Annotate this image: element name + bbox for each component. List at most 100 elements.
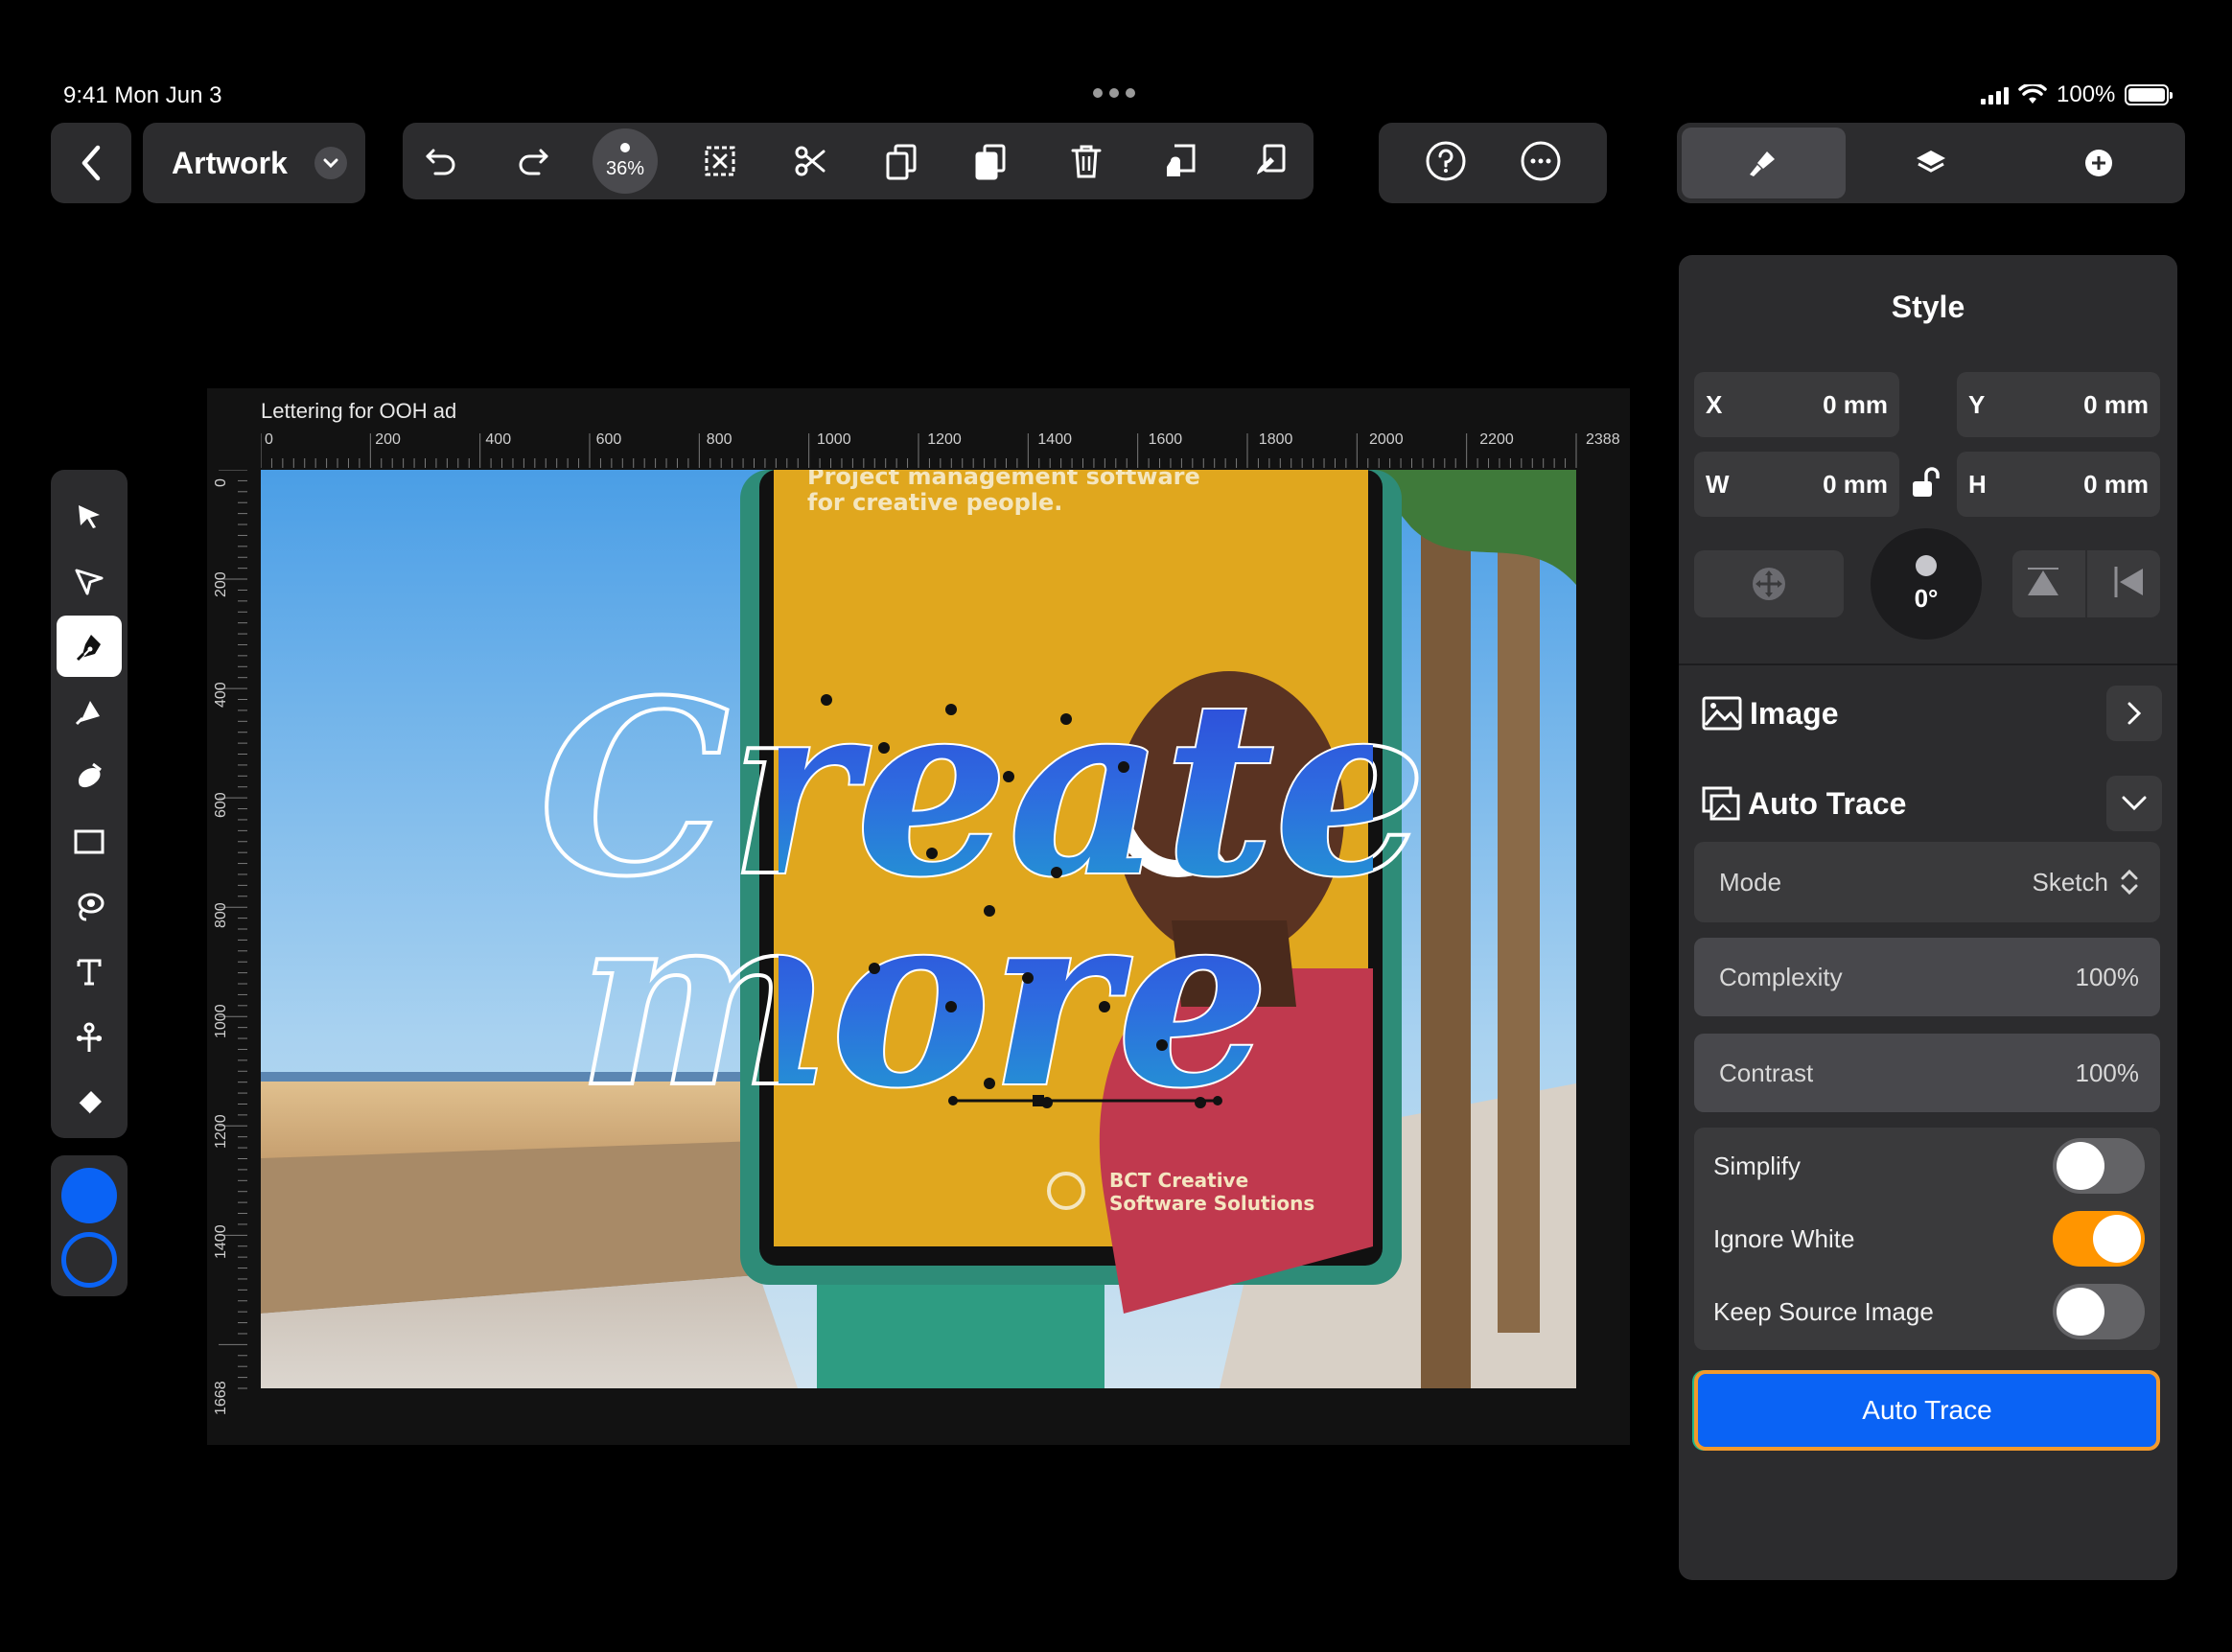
x-field[interactable]: X 0 mm — [1694, 372, 1899, 437]
ruler-left-label: 1668 — [213, 1381, 229, 1415]
zoom-button[interactable]: 36% — [593, 128, 658, 194]
help-button[interactable] — [1425, 140, 1467, 187]
multitasking-dots[interactable] — [1093, 88, 1135, 100]
simplify-toggle[interactable] — [2053, 1138, 2145, 1194]
layers-icon — [1917, 151, 1945, 173]
tool-palette — [51, 470, 128, 1138]
ruler-top-label: 1400 — [1037, 431, 1072, 448]
paste-style-button[interactable] — [1239, 123, 1302, 199]
plus-circle-icon — [2084, 150, 2112, 176]
stroke-color-swatch[interactable] — [61, 1232, 117, 1288]
ignore-white-row: Ignore White — [1713, 1208, 2145, 1269]
status-indicators: 100% — [1981, 81, 2174, 109]
complexity-value: 100% — [2075, 962, 2140, 991]
ruler-top-label: 0 — [265, 431, 273, 448]
origin-button[interactable] — [1694, 550, 1844, 617]
wifi-icon — [2018, 84, 2047, 104]
ruler-left-label: 200 — [213, 571, 229, 597]
ruler-top-label: 400 — [485, 431, 512, 448]
ruler-left-label: 1400 — [213, 1224, 229, 1259]
flip-vertical-button[interactable] — [2024, 563, 2062, 606]
flip-horizontal-button[interactable] — [2110, 563, 2149, 606]
eraser-icon — [78, 1091, 102, 1115]
ignore-white-toggle[interactable] — [2053, 1211, 2145, 1267]
rotation-dial[interactable]: 0° — [1871, 528, 1982, 640]
paste-button[interactable] — [959, 123, 1022, 199]
delete-button[interactable] — [1055, 123, 1118, 199]
ruler-top-label: 1200 — [927, 431, 962, 448]
image-expand-button[interactable] — [2106, 686, 2162, 741]
tab-add[interactable] — [2016, 128, 2180, 198]
contrast-value: 100% — [2075, 1058, 2140, 1087]
pen-tool[interactable] — [57, 616, 122, 677]
image-section-header[interactable]: Image — [1702, 685, 2162, 742]
arrow-select-icon — [79, 505, 100, 528]
edit-toolbar: 36% — [403, 123, 1314, 199]
x-label: X — [1706, 389, 1723, 419]
node-tool[interactable] — [57, 550, 122, 612]
zoom-indicator-dot — [620, 142, 630, 152]
auto-trace-section-header[interactable]: Auto Trace — [1702, 775, 2162, 832]
redo-icon — [519, 149, 548, 175]
selection-tool[interactable] — [57, 485, 122, 547]
rotation-value: 0° — [1914, 583, 1939, 613]
rotation-knob[interactable] — [1916, 554, 1937, 576]
ruler-left-label: 800 — [213, 902, 229, 928]
more-button[interactable] — [1520, 140, 1562, 187]
scissor-path-tool[interactable] — [57, 1007, 122, 1068]
tab-style[interactable] — [1682, 128, 1846, 198]
auto-trace-button[interactable]: Auto Trace — [1694, 1370, 2160, 1451]
redo-button[interactable] — [500, 123, 564, 199]
brush-blob-icon — [78, 762, 102, 788]
complexity-label: Complexity — [1719, 962, 1843, 991]
complexity-slider[interactable]: Complexity 100% — [1694, 938, 2160, 1016]
y-field[interactable]: Y 0 mm — [1957, 372, 2160, 437]
aspect-lock-button[interactable] — [1909, 466, 1943, 505]
pencil-tool[interactable] — [57, 681, 122, 742]
ruler-left-label: 1200 — [213, 1114, 229, 1149]
rectangle-tool[interactable] — [57, 811, 122, 873]
text-tool[interactable] — [57, 942, 122, 1003]
artboard[interactable]: Project management software for creative… — [261, 470, 1576, 1388]
document-menu[interactable]: Artwork — [143, 123, 365, 203]
mode-selector[interactable]: Mode Sketch — [1694, 842, 2160, 922]
undo-button[interactable] — [410, 123, 474, 199]
w-label: W — [1706, 469, 1730, 499]
brush-tool[interactable] — [57, 746, 122, 807]
contrast-slider[interactable]: Contrast 100% — [1694, 1034, 2160, 1112]
deselect-button[interactable] — [688, 123, 752, 199]
status-time: 9:41 Mon Jun 3 — [63, 82, 222, 108]
simplify-row: Simplify — [1713, 1135, 2145, 1197]
undo-icon — [426, 149, 455, 175]
contrast-label: Contrast — [1719, 1058, 1814, 1087]
tab-layers[interactable] — [1849, 128, 2013, 198]
artboard-title: Lettering for OOH ad — [261, 399, 457, 423]
chevron-right-icon — [2127, 702, 2142, 725]
h-field[interactable]: H 0 mm — [1957, 452, 2160, 517]
node-select-icon — [75, 569, 104, 595]
keep-source-label: Keep Source Image — [1713, 1296, 1934, 1326]
fill-color-swatch[interactable] — [61, 1168, 117, 1223]
back-button[interactable] — [51, 123, 131, 203]
eraser-tool[interactable] — [57, 1072, 122, 1133]
ruler-top-label: 2388 — [1586, 431, 1620, 448]
ruler-top-label: 1600 — [1148, 431, 1183, 448]
copy-style-button[interactable] — [1149, 123, 1212, 199]
ruler-top-label: 2200 — [1479, 431, 1514, 448]
w-field[interactable]: W 0 mm — [1694, 452, 1899, 517]
path-cut-icon — [77, 1022, 102, 1052]
lasso-icon — [78, 893, 105, 921]
artwork-scene: Project management software for creative… — [261, 470, 1576, 1388]
h-value: 0 mm — [2083, 469, 2149, 499]
cut-button[interactable] — [779, 123, 842, 199]
copy-button[interactable] — [870, 123, 933, 199]
auto-trace-collapse-button[interactable] — [2106, 776, 2162, 831]
bezier-handle-anchor[interactable] — [1033, 1095, 1044, 1106]
ruler-left-label: 1000 — [213, 1004, 229, 1038]
brand-name-2: Software Solutions — [1109, 1192, 1314, 1215]
brand-name-1: BCT Creative — [1109, 1169, 1248, 1192]
trace-options: Simplify Ignore White Keep Source Image — [1694, 1128, 2160, 1350]
lasso-tool[interactable] — [57, 876, 122, 938]
keep-source-toggle[interactable] — [2053, 1284, 2145, 1339]
pen-nib-icon — [76, 635, 101, 662]
